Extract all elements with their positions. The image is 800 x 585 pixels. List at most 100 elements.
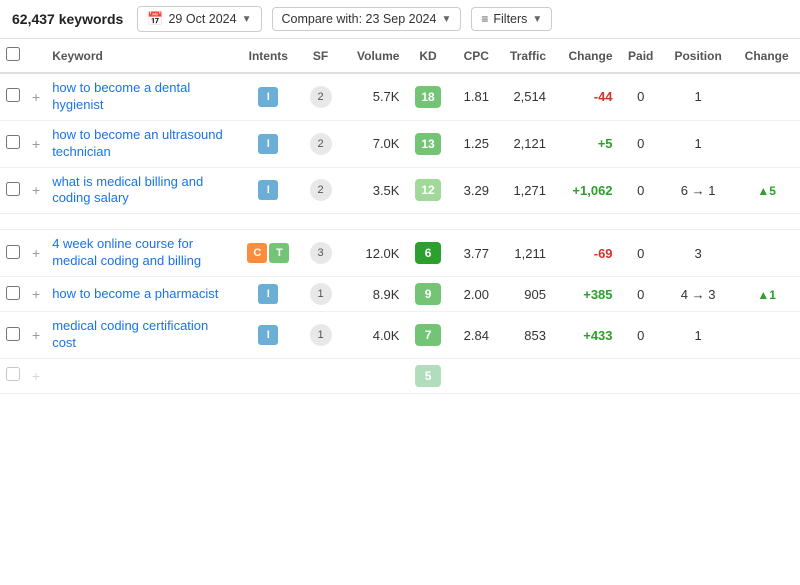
sf-value: 2	[310, 86, 332, 108]
row-checkbox[interactable]	[6, 135, 20, 149]
position-change-cell	[733, 73, 800, 120]
traffic-change-cell: +5	[552, 120, 619, 167]
header-keyword: Keyword	[46, 39, 236, 73]
paid-cell: 0	[619, 167, 663, 214]
position-cell	[663, 358, 733, 393]
table-row-partial: + 5	[0, 358, 800, 393]
filter-label: Filters	[493, 12, 527, 26]
volume-cell: 5.7K	[341, 73, 406, 120]
traffic-change-value: +5	[598, 136, 613, 151]
add-keyword-icon[interactable]: +	[32, 89, 40, 105]
sf-cell: 3	[300, 230, 340, 277]
header-kd: KD	[405, 39, 450, 73]
intent-badge-i: I	[258, 284, 278, 304]
position-cell: 4 → 3	[663, 277, 733, 312]
keyword-cell: how to become a pharmacist	[46, 277, 236, 312]
row-checkbox-cell	[0, 358, 26, 393]
cpc-cell: 1.81	[451, 73, 495, 120]
row-add-cell[interactable]: +	[26, 277, 46, 312]
row-checkbox[interactable]	[6, 286, 20, 300]
select-all-checkbox[interactable]	[6, 47, 20, 61]
position-cell: 1	[663, 73, 733, 120]
sf-value: 3	[310, 242, 332, 264]
sf-cell: 1	[300, 277, 340, 312]
kd-cell: 5	[405, 358, 450, 393]
position-cell: 1	[663, 120, 733, 167]
sf-cell	[300, 358, 340, 393]
row-checkbox[interactable]	[6, 327, 20, 341]
intent-badge-i: I	[258, 180, 278, 200]
position-display: 1	[669, 136, 727, 151]
header-traffic: Traffic	[495, 39, 552, 73]
keyword-link[interactable]: how to become an ultrasound technician	[52, 127, 223, 159]
header-cpc: CPC	[451, 39, 495, 73]
kd-cell: 12	[405, 167, 450, 214]
intents-cell: I	[236, 312, 300, 359]
row-add-cell[interactable]: +	[26, 358, 46, 393]
traffic-change-cell: +1,062	[552, 167, 619, 214]
header-change2: Change	[733, 39, 800, 73]
add-keyword-icon[interactable]: +	[32, 182, 40, 198]
sf-value: 2	[310, 133, 332, 155]
add-keyword-icon[interactable]: +	[32, 327, 40, 343]
traffic-change-cell: -69	[552, 230, 619, 277]
cpc-cell: 2.84	[451, 312, 495, 359]
keyword-cell	[46, 358, 236, 393]
sf-cell: 2	[300, 167, 340, 214]
traffic-change-value: +433	[583, 328, 612, 343]
row-add-cell[interactable]: +	[26, 312, 46, 359]
row-add-cell[interactable]: +	[26, 73, 46, 120]
keyword-link[interactable]: how to become a pharmacist	[52, 286, 218, 301]
position-change-cell	[733, 120, 800, 167]
compare-label: Compare with: 23 Sep 2024	[282, 12, 437, 26]
add-keyword-icon[interactable]: +	[32, 245, 40, 261]
row-checkbox[interactable]	[6, 367, 20, 381]
kd-value: 12	[415, 179, 441, 201]
filter-button[interactable]: ≡ Filters ▼	[471, 7, 552, 31]
intents-cell: I	[236, 277, 300, 312]
row-checkbox-cell	[0, 312, 26, 359]
keyword-link[interactable]: 4 week online course for medical coding …	[52, 236, 201, 268]
cpc-cell: 3.77	[451, 230, 495, 277]
spacer-row	[0, 214, 800, 230]
date-picker-button[interactable]: 📅 29 Oct 2024 ▼	[137, 6, 261, 32]
traffic-change-value: +1,062	[572, 183, 612, 198]
kd-value: 9	[415, 283, 441, 305]
position-change-cell	[733, 312, 800, 359]
row-checkbox-cell	[0, 73, 26, 120]
traffic-change-value: +385	[583, 287, 612, 302]
position-display: 4 → 3	[669, 287, 727, 302]
position-change-value: ▲1	[757, 288, 776, 302]
calendar-icon: 📅	[147, 11, 163, 27]
row-add-cell[interactable]: +	[26, 120, 46, 167]
intent-badge-i: I	[258, 87, 278, 107]
paid-cell: 0	[619, 120, 663, 167]
row-add-cell[interactable]: +	[26, 167, 46, 214]
intent-badge-i: I	[258, 325, 278, 345]
add-keyword-icon[interactable]: +	[32, 286, 40, 302]
keyword-cell: how to become an ultrasound technician	[46, 120, 236, 167]
add-keyword-icon[interactable]: +	[32, 368, 40, 384]
keyword-cell: how to become a dental hygienist	[46, 73, 236, 120]
compare-button[interactable]: Compare with: 23 Sep 2024 ▼	[272, 7, 462, 31]
add-keyword-icon[interactable]: +	[32, 136, 40, 152]
position-cell: 1	[663, 312, 733, 359]
sf-value: 1	[310, 324, 332, 346]
kd-value: 7	[415, 324, 441, 346]
intents-cell: I	[236, 120, 300, 167]
keyword-link[interactable]: how to become a dental hygienist	[52, 80, 190, 112]
traffic-cell: 1,211	[495, 230, 552, 277]
keyword-link[interactable]: what is medical billing and coding salar…	[52, 174, 203, 206]
cpc-cell: 2.00	[451, 277, 495, 312]
traffic-change-value: -44	[594, 89, 613, 104]
keyword-link[interactable]: medical coding certification cost	[52, 318, 208, 350]
header-checkbox-col	[0, 39, 26, 73]
header-plus-col	[26, 39, 46, 73]
row-checkbox[interactable]	[6, 182, 20, 196]
kd-cell: 9	[405, 277, 450, 312]
row-checkbox[interactable]	[6, 245, 20, 259]
traffic-cell	[495, 358, 552, 393]
row-checkbox[interactable]	[6, 88, 20, 102]
row-add-cell[interactable]: +	[26, 230, 46, 277]
volume-cell: 12.0K	[341, 230, 406, 277]
